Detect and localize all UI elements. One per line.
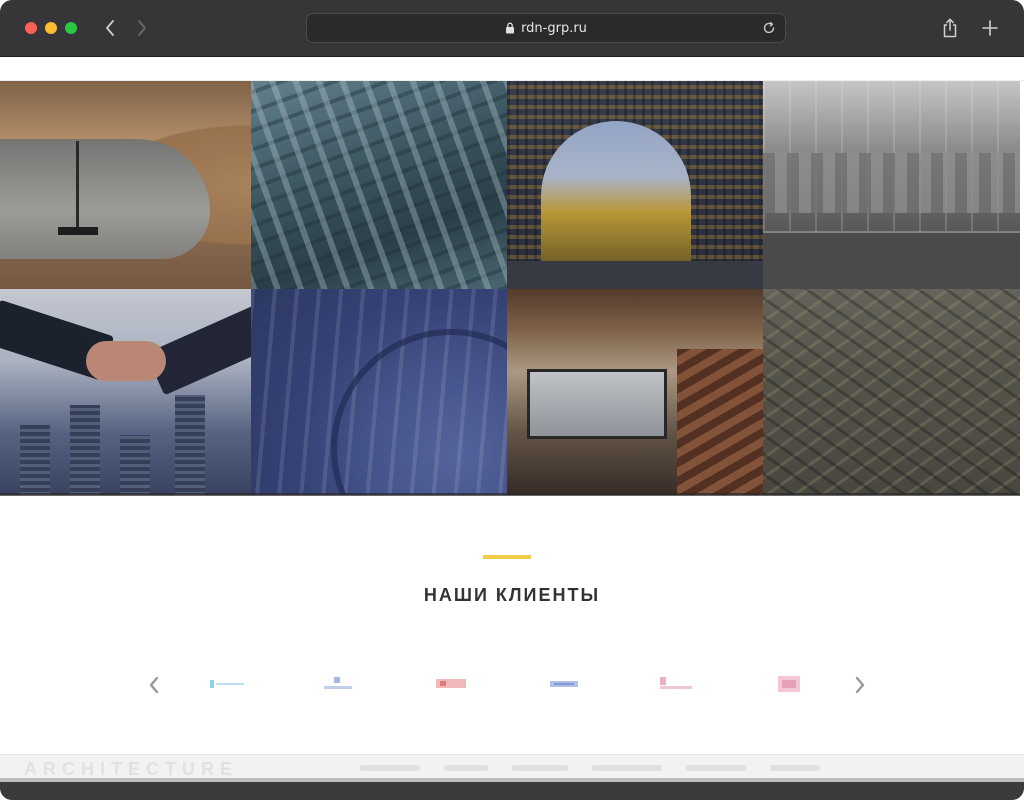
share-icon (943, 18, 957, 38)
tile-hands (86, 341, 166, 381)
page-content: НАШИ КЛИЕНТЫ ARCHITECTURE (0, 57, 1024, 800)
url-text: rdn-grp.ru (521, 20, 587, 36)
forward-button[interactable] (130, 16, 154, 40)
gallery-tile-warehouse[interactable] (763, 289, 1020, 495)
footer-brand[interactable]: ARCHITECTURE (24, 759, 238, 780)
gallery-tile-blue-abstract[interactable] (251, 289, 507, 495)
tile-ground (507, 261, 763, 289)
chevron-right-icon (138, 20, 146, 36)
tile-glass (0, 139, 210, 259)
reload-icon[interactable] (761, 20, 777, 36)
client-logo-mark (436, 679, 466, 688)
footer-bottom-bar (0, 778, 1024, 800)
tile-floor (763, 231, 1020, 289)
back-button[interactable] (98, 16, 122, 40)
tile-tower (120, 435, 150, 495)
section-accent-line (483, 555, 531, 559)
tile-shelf (763, 153, 1020, 213)
footer-nav (360, 765, 820, 771)
gallery-tile-handshake[interactable] (0, 289, 251, 495)
client-logo-4[interactable] (544, 675, 584, 693)
footer-nav-item[interactable] (686, 765, 746, 771)
tile-tower (70, 405, 100, 495)
client-logo-mark (324, 677, 352, 689)
tile-curve (331, 329, 507, 495)
client-logo-3[interactable] (432, 675, 472, 693)
address-bar[interactable]: rdn-grp.ru (306, 13, 786, 43)
client-logo-5[interactable] (654, 675, 698, 693)
gallery-tile-curved-interior[interactable] (0, 81, 251, 289)
page-top-strip (0, 57, 1024, 81)
lock-icon (506, 22, 515, 34)
zoom-window-button[interactable] (65, 22, 77, 34)
clients-section-title: НАШИ КЛИЕНТЫ (423, 585, 601, 605)
footer-nav-item[interactable] (444, 765, 488, 771)
tile-pole (76, 141, 79, 231)
project-gallery (0, 81, 1020, 495)
client-logo-mark (210, 680, 244, 688)
gallery-divider (0, 493, 1020, 496)
close-window-button[interactable] (25, 22, 37, 34)
plus-icon (982, 20, 998, 36)
client-logo-6[interactable] (772, 675, 806, 693)
client-logo-mark (778, 676, 800, 692)
carousel-next-button[interactable] (848, 673, 872, 697)
share-button[interactable] (938, 16, 962, 40)
client-logo-mark (660, 677, 692, 689)
client-logo-mark (550, 681, 578, 687)
footer-nav-item[interactable] (512, 765, 568, 771)
clients-carousel (140, 667, 880, 703)
tile-tower (175, 395, 205, 495)
footer-nav-item[interactable] (360, 765, 420, 771)
footer-nav-item[interactable] (592, 765, 662, 771)
chevron-right-icon (855, 676, 865, 694)
gallery-tile-loft-interior[interactable] (507, 289, 763, 495)
page-footer: ARCHITECTURE (0, 754, 1024, 800)
browser-toolbar: rdn-grp.ru (0, 0, 1024, 57)
footer-nav-item[interactable] (770, 765, 820, 771)
gallery-tile-industrial-steel[interactable] (251, 81, 507, 289)
gallery-tile-building-arch[interactable] (507, 81, 763, 289)
minimize-window-button[interactable] (45, 22, 57, 34)
tile-base (58, 227, 98, 235)
address-content: rdn-grp.ru (307, 14, 785, 42)
chevron-left-icon (149, 676, 159, 694)
gallery-tile-shelving-interior[interactable] (763, 81, 1020, 289)
tile-tower (20, 425, 50, 495)
client-logo-2[interactable] (318, 675, 358, 693)
tile-stairs (677, 349, 763, 495)
browser-window: rdn-grp.ru НАШИ КЛИЕНТЫ ARCHITECTURE (0, 0, 1024, 800)
new-tab-button[interactable] (978, 16, 1002, 40)
tile-arch (541, 121, 691, 261)
carousel-prev-button[interactable] (142, 673, 166, 697)
tile-room (527, 369, 667, 439)
chevron-left-icon (106, 20, 114, 36)
client-logo-1[interactable] (208, 675, 248, 693)
